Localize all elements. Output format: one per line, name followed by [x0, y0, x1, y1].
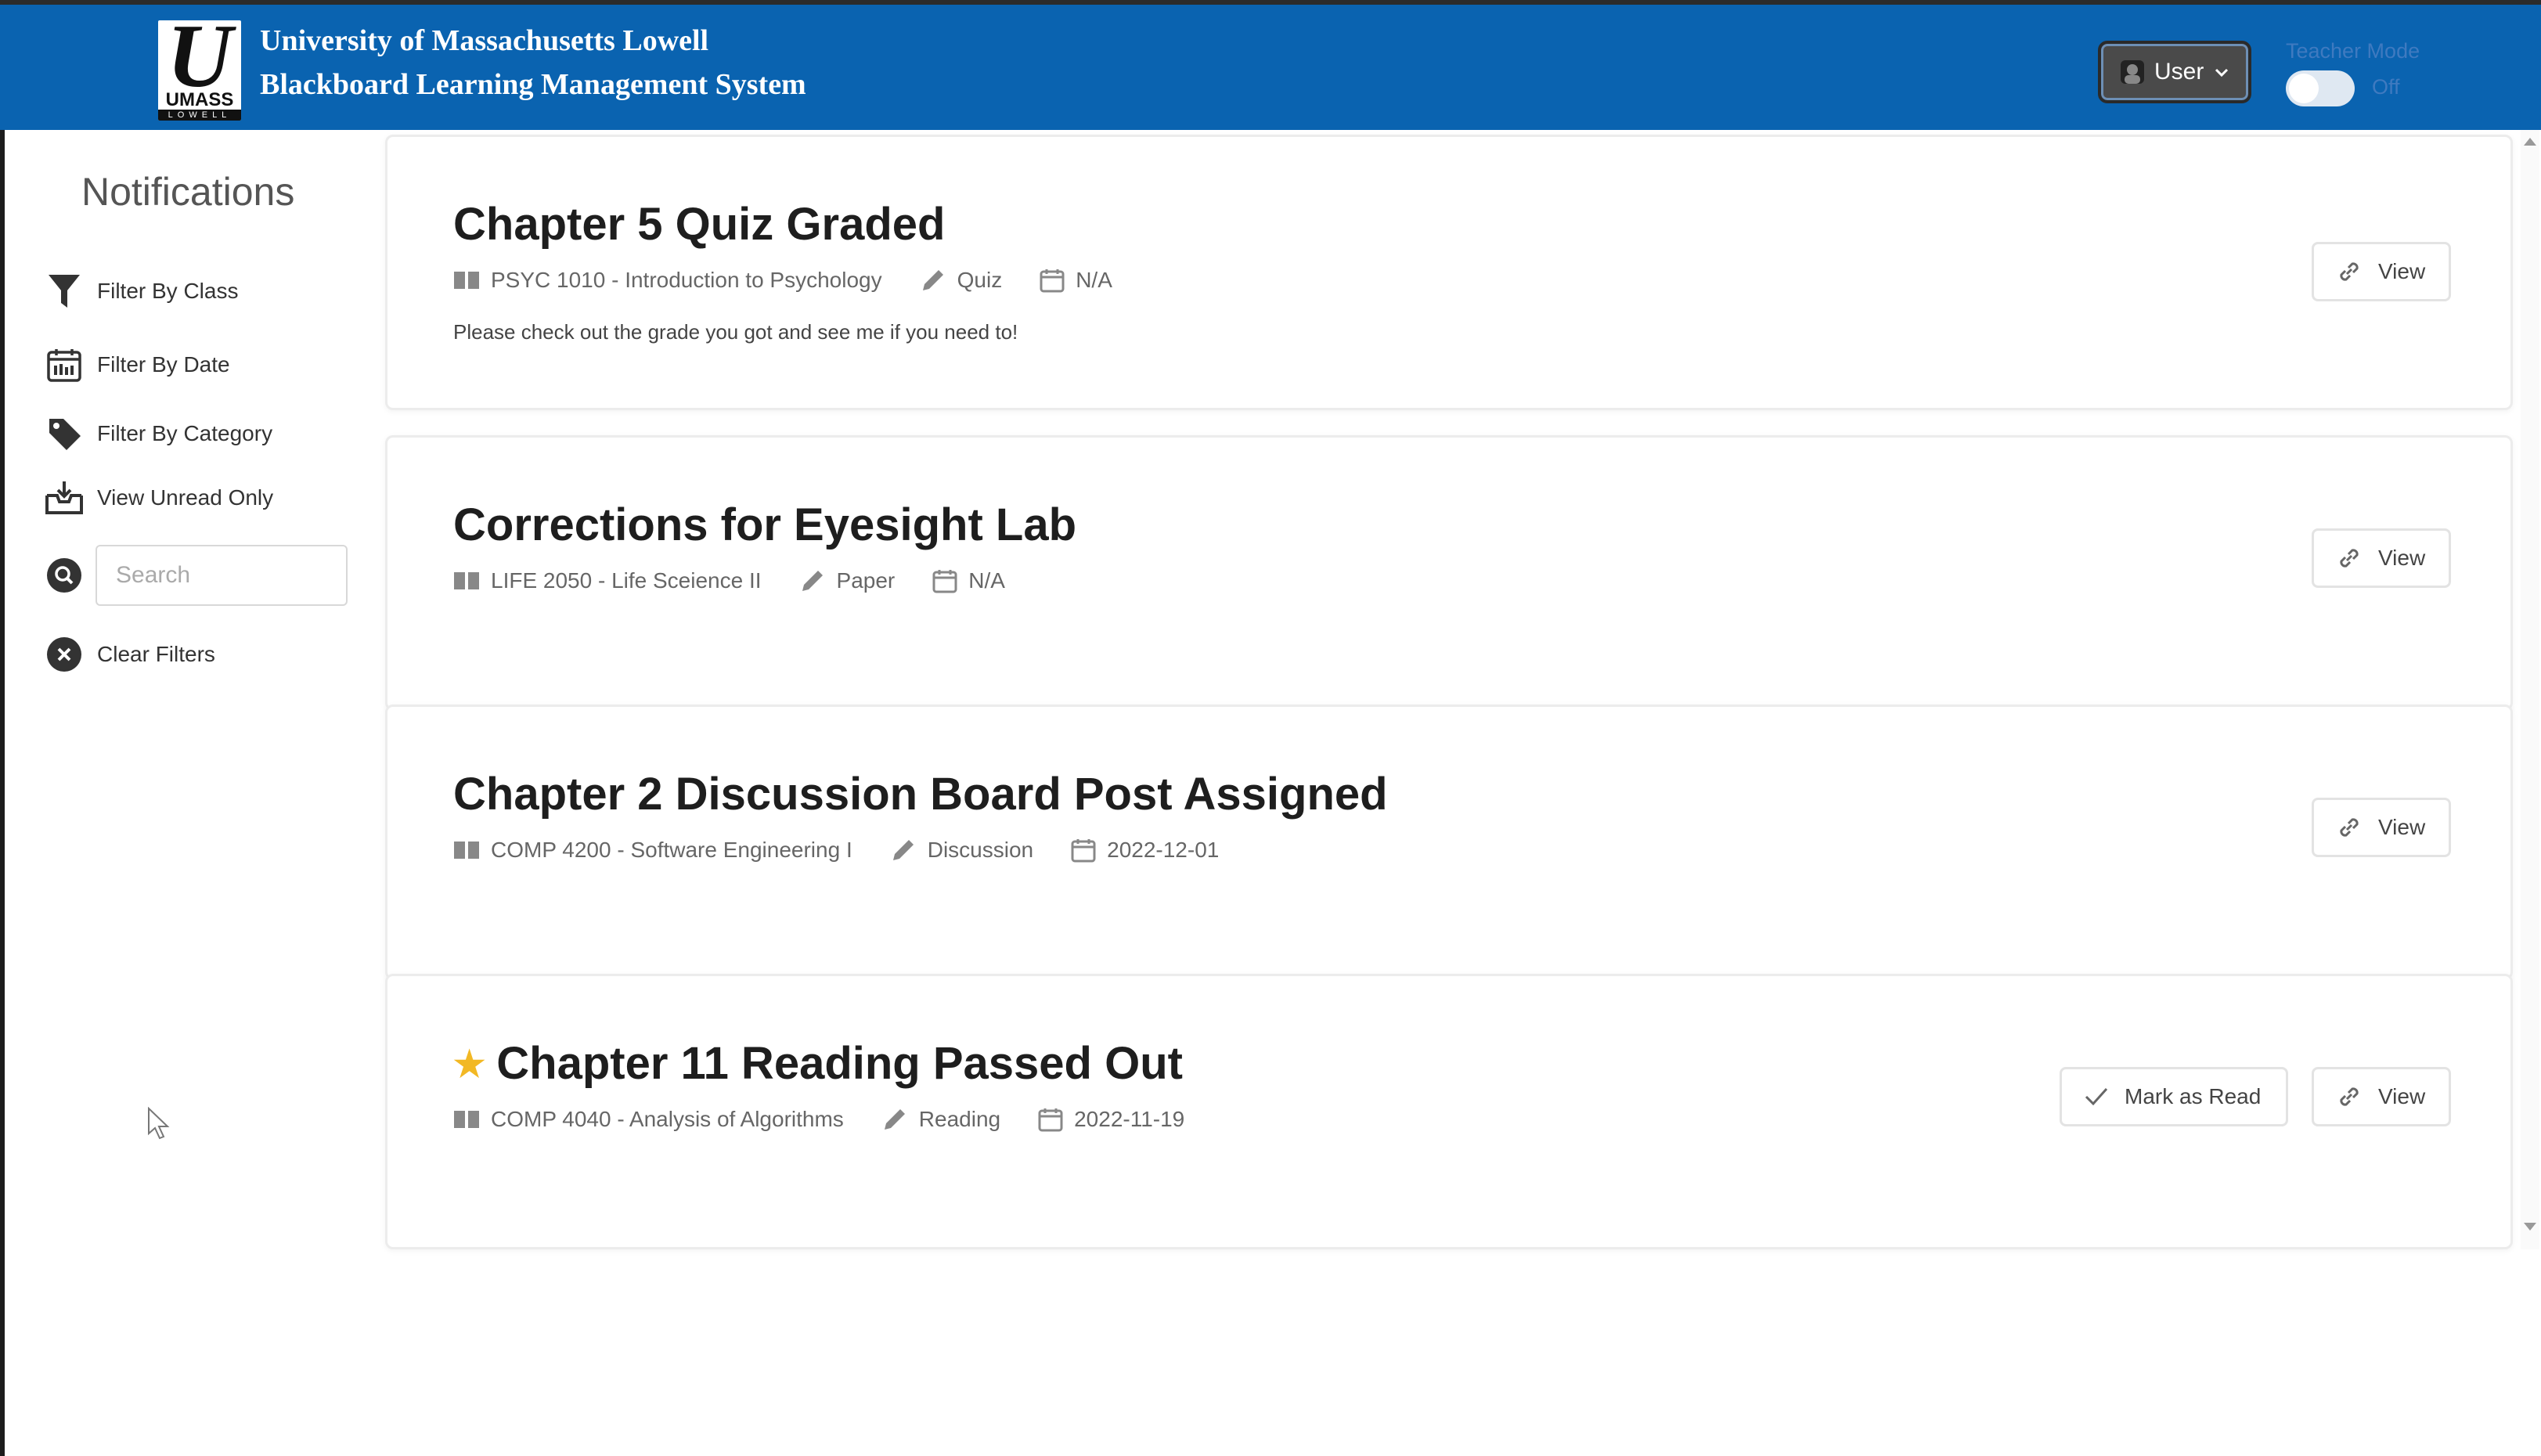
star-icon: ★ — [453, 1043, 486, 1084]
notification-card: Corrections for Eyesight Lab LIFE 2050 -… — [385, 435, 2513, 711]
tag-icon — [44, 413, 85, 454]
notification-title: Corrections for Eyesight Lab — [453, 499, 1077, 550]
link-icon — [2340, 818, 2359, 837]
pencil-icon — [884, 1109, 905, 1130]
site-title-line1: University of Massachusetts Lowell — [260, 24, 709, 57]
mouse-cursor-icon — [148, 1107, 170, 1140]
due-date: N/A — [968, 568, 1005, 593]
notification-title: Chapter 2 Discussion Board Post Assigned — [453, 769, 1388, 820]
umass-logo: U UMASS LOWELL — [158, 20, 241, 121]
view-button-label: View — [2378, 546, 2426, 570]
notification-message: Please check out the grade you got and s… — [453, 320, 1018, 344]
mark-as-read-button[interactable]: Mark as Read — [2060, 1067, 2288, 1126]
header-bar: U UMASS LOWELL University of Massachuset… — [0, 0, 2541, 130]
scroll-up-arrow-icon[interactable] — [2524, 138, 2536, 146]
course-name: PSYC 1010 - Introduction to Psychology — [491, 268, 882, 292]
pencil-icon — [802, 571, 823, 591]
inbox-icon — [44, 478, 85, 518]
search-input[interactable] — [96, 545, 348, 606]
notification-meta: LIFE 2050 - Life Sceience II Paper N/A — [453, 568, 1043, 594]
notification-meta: COMP 4040 - Analysis of Algorithms Readi… — [453, 1106, 1222, 1133]
view-button-label: View — [2378, 259, 2426, 283]
pencil-icon — [892, 840, 914, 860]
pencil-icon — [922, 270, 943, 290]
calendar-icon — [44, 344, 85, 385]
site-title-line2: Blackboard Learning Management System — [260, 68, 806, 101]
category-name: Discussion — [927, 838, 1034, 862]
user-menu-button[interactable]: User — [2098, 41, 2251, 103]
link-icon — [2340, 262, 2359, 281]
filter-by-category-label: Filter By Category — [97, 421, 273, 445]
book-icon — [454, 272, 479, 289]
toggle-knob — [2289, 74, 2319, 103]
filter-by-class-label: Filter By Class — [97, 279, 239, 303]
logo-subtext: LOWELL — [158, 110, 241, 121]
course-name: COMP 4200 - Software Engineering I — [491, 838, 852, 862]
course-name: COMP 4040 - Analysis of Algorithms — [491, 1107, 844, 1131]
view-button[interactable]: View — [2312, 1067, 2451, 1126]
course-name: LIFE 2050 - Life Sceience II — [491, 568, 762, 593]
notification-card: ★ Chapter 11 Reading Passed Out COMP 404… — [385, 974, 2513, 1249]
search-icon-wrap — [44, 552, 85, 599]
link-icon — [2340, 549, 2359, 568]
category-name: Paper — [836, 568, 896, 593]
search-icon — [44, 555, 85, 596]
logo-text: UMASS — [158, 91, 241, 110]
teacher-mode-toggle[interactable] — [2286, 70, 2355, 106]
link-icon — [2340, 1087, 2359, 1106]
book-icon — [454, 842, 479, 859]
clear-icon — [44, 634, 85, 675]
view-button[interactable]: View — [2312, 242, 2451, 301]
scroll-down-arrow-icon[interactable] — [2524, 1223, 2536, 1231]
notification-card: Chapter 5 Quiz Graded PSYC 1010 - Introd… — [385, 135, 2513, 410]
teacher-mode-state: Off — [2372, 75, 2400, 99]
view-button-label: View — [2378, 1084, 2426, 1108]
calendar-icon — [1038, 1108, 1063, 1132]
book-icon — [454, 1111, 479, 1128]
category-name: Quiz — [957, 268, 1003, 292]
clear-filters[interactable]: Clear Filters — [44, 631, 215, 678]
filter-by-date-label: Filter By Date — [97, 352, 230, 377]
due-date: 2022-11-19 — [1074, 1107, 1185, 1131]
category-name: Reading — [918, 1107, 1001, 1131]
view-button[interactable]: View — [2312, 528, 2451, 588]
calendar-icon — [1040, 269, 1065, 293]
scrollbar[interactable] — [2521, 130, 2539, 1249]
notification-title-row: ★ Chapter 11 Reading Passed Out — [453, 1037, 1183, 1090]
funnel-icon — [44, 271, 85, 312]
view-unread-only-label: View Unread Only — [97, 485, 274, 510]
due-date: N/A — [1076, 268, 1112, 292]
window-left-border — [0, 130, 5, 1456]
mark-as-read-label: Mark as Read — [2125, 1084, 2262, 1108]
user-avatar-icon — [2121, 60, 2144, 84]
notification-title: Chapter 5 Quiz Graded — [453, 199, 946, 250]
notification-meta: COMP 4200 - Software Engineering I Discu… — [453, 837, 1256, 863]
filter-by-category[interactable]: Filter By Category — [44, 410, 272, 457]
calendar-icon — [1071, 839, 1096, 863]
notification-meta: PSYC 1010 - Introduction to Psychology Q… — [453, 267, 1150, 294]
notification-card: Chapter 2 Discussion Board Post Assigned… — [385, 705, 2513, 980]
checkmark-icon — [2085, 1087, 2108, 1106]
teacher-mode-label: Teacher Mode — [2286, 39, 2420, 63]
filter-by-date[interactable]: Filter By Date — [44, 341, 230, 388]
filter-by-class[interactable]: Filter By Class — [44, 268, 238, 315]
user-label: User — [2154, 59, 2204, 85]
sidebar-title: Notifications — [81, 170, 295, 214]
view-button-label: View — [2378, 815, 2426, 839]
book-icon — [454, 572, 479, 589]
due-date: 2022-12-01 — [1107, 838, 1220, 862]
view-button[interactable]: View — [2312, 798, 2451, 857]
chevron-down-icon — [2215, 68, 2229, 77]
clear-filters-label: Clear Filters — [97, 642, 215, 666]
calendar-icon — [932, 570, 957, 593]
view-unread-only[interactable]: View Unread Only — [44, 474, 273, 521]
notification-title: Chapter 11 Reading Passed Out — [496, 1038, 1183, 1089]
